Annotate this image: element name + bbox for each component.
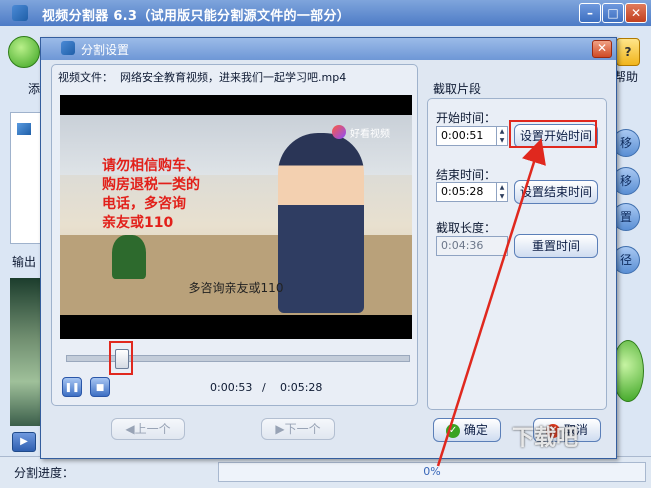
annotation-arrow xyxy=(436,138,546,467)
annotation-overlay xyxy=(436,120,597,467)
set-start-time-highlight xyxy=(509,120,597,148)
watermark: 下载吧 xyxy=(512,426,579,451)
